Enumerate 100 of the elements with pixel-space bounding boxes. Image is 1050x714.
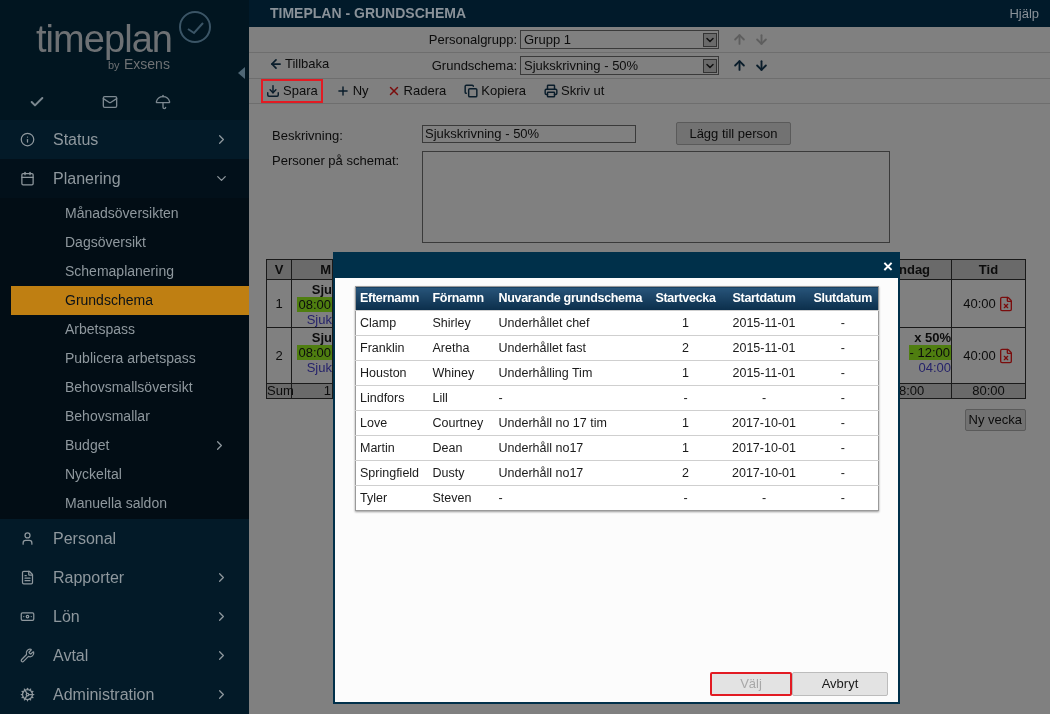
- back-button[interactable]: Tillbaka: [269, 53, 330, 74]
- submenu-item[interactable]: Behovsmallar: [11, 402, 249, 431]
- table-row[interactable]: Houston Whiney Underhålling Tim 1 2015-11-01 -: [355, 360, 879, 386]
- chevron-icon: [703, 58, 717, 73]
- table-cell: Lill: [428, 385, 495, 411]
- table-row[interactable]: Franklin Aretha Underhållet fast 2 2015-11-01 -: [355, 335, 879, 361]
- table-cell: Underhållet fast: [494, 335, 647, 361]
- submenu-item[interactable]: Nyckeltal: [11, 460, 249, 489]
- table-cell: Love: [355, 410, 429, 436]
- column-header: Förnamn: [428, 286, 495, 311]
- sidebar-item[interactable]: Planering: [0, 159, 249, 198]
- company-name: Exsens: [124, 56, 170, 74]
- sidebar-item[interactable]: Lön: [0, 597, 249, 636]
- submenu-item[interactable]: Budget: [11, 431, 249, 460]
- submenu-item[interactable]: Dagsöversikt: [11, 228, 249, 257]
- submenu-item[interactable]: Arbetspass: [11, 315, 249, 344]
- table-cell: -: [720, 485, 804, 511]
- toolbar-button[interactable]: Radera: [381, 79, 452, 103]
- table-cell: Houston: [355, 360, 429, 386]
- collapse-icon: [238, 67, 245, 79]
- document-icon: [20, 570, 35, 585]
- column-header: Startvecka: [646, 286, 721, 311]
- sidebar-item[interactable]: Administration: [0, 675, 249, 714]
- shift-note: 04:00: [918, 360, 951, 375]
- new-week-button[interactable]: Ny vecka: [964, 409, 1026, 431]
- column-header: Startdatum: [720, 286, 804, 311]
- dropdown[interactable]: Sjukskrivning - 50%: [520, 56, 719, 75]
- submenu-item[interactable]: Publicera arbetspass: [11, 344, 249, 373]
- table-row[interactable]: Love Courtney Underhåll no 17 tim 1 2017-10-01 -: [355, 410, 879, 436]
- table-cell: -: [803, 385, 879, 411]
- submenu-item[interactable]: Månadsöversikten: [11, 199, 249, 228]
- table-cell: Dusty: [428, 460, 495, 486]
- table-row[interactable]: Clamp Shirley Underhållet chef 1 2015-11-01 -: [355, 310, 879, 336]
- column-header: V: [266, 259, 292, 280]
- sidebar-item[interactable]: Rapporter: [0, 558, 249, 597]
- field-label: Personalgrupp:: [428, 30, 517, 49]
- table-cell: -: [646, 385, 721, 411]
- table-cell: -: [494, 485, 647, 511]
- table-cell: Underhåll no 17 tim: [494, 410, 647, 436]
- table-cell: Martin: [355, 435, 429, 461]
- table-row[interactable]: Tyler Steven - - - -: [355, 485, 879, 511]
- field-label: Personer på schemat:: [272, 151, 401, 170]
- mail-icon[interactable]: [102, 94, 118, 111]
- table-cell: -: [720, 385, 804, 411]
- table-cell: 2: [646, 335, 721, 361]
- delete-file-icon[interactable]: [997, 295, 1014, 312]
- table-row[interactable]: Martin Dean Underhåll no17 1 2017-10-01 -: [355, 435, 879, 461]
- table-cell: Shirley: [428, 310, 495, 336]
- table-cell: Springfield: [355, 460, 429, 486]
- sidebar-item[interactable]: Avtal: [0, 636, 249, 675]
- chevron-icon: [703, 32, 717, 47]
- table-cell: 2017-10-01: [720, 460, 804, 486]
- info-icon: [20, 132, 35, 147]
- toolbar-button[interactable]: Kopiera: [459, 79, 532, 103]
- table-cell: 1: [646, 360, 721, 386]
- column-header: ndag: [898, 259, 952, 280]
- table-cell: Underhåll no17: [494, 460, 647, 486]
- help-link[interactable]: Hjälp: [1009, 3, 1039, 24]
- table-row[interactable]: Springfield Dusty Underhåll no17 2 2017-10-01 -: [355, 460, 879, 486]
- sidebar-item[interactable]: Status: [0, 120, 249, 159]
- table-cell: 1: [646, 435, 721, 461]
- table-row[interactable]: Lindfors Lill - - - -: [355, 385, 879, 411]
- table-cell: Underhålling Tim: [494, 360, 647, 386]
- table-cell: -: [494, 385, 647, 411]
- table-cell: Dean: [428, 435, 495, 461]
- gear-icon: [20, 687, 35, 702]
- table-cell: -: [803, 410, 879, 436]
- column-header: M: [291, 259, 333, 280]
- table-cell: Aretha: [428, 335, 495, 361]
- delete-file-icon[interactable]: [997, 347, 1014, 364]
- dialog-button[interactable]: Avbryt: [792, 672, 888, 696]
- submenu-item[interactable]: Manuella saldon: [11, 489, 249, 518]
- total-cell-text: 40:00: [963, 294, 996, 313]
- dropdown[interactable]: Grupp 1: [520, 30, 719, 49]
- table-cell: -: [646, 485, 721, 511]
- description-field[interactable]: Sjukskrivning - 50%: [422, 125, 636, 143]
- submenu-item[interactable]: Schemaplanering: [11, 257, 249, 286]
- column-header: Tid: [951, 259, 1026, 280]
- submenu-item[interactable]: Grundschema: [11, 286, 249, 315]
- shift-time: 08:00: [297, 345, 332, 360]
- toolbar-button[interactable]: Ny: [330, 79, 374, 103]
- week-cell: 1: [266, 279, 292, 328]
- copy-icon: [464, 84, 479, 98]
- table-cell: -: [803, 310, 879, 336]
- table-cell: 2017-10-01: [720, 435, 804, 461]
- table-cell: -: [803, 485, 879, 511]
- shift-time: - 12:00: [908, 345, 951, 360]
- column-header: Efternamn: [355, 286, 429, 311]
- submenu-item[interactable]: Behovsmallsöversikt: [11, 373, 249, 402]
- table-cell: 2015-11-01: [720, 360, 804, 386]
- umbrella-icon[interactable]: [155, 94, 171, 111]
- sidebar-item[interactable]: Personal: [0, 519, 249, 558]
- add-person-button[interactable]: Lägg till person: [676, 122, 791, 145]
- table-cell: Franklin: [355, 335, 429, 361]
- toolbar-button[interactable]: Spara: [261, 79, 323, 103]
- close-button[interactable]: ×: [883, 257, 893, 275]
- user-icon: [20, 531, 35, 546]
- persons-list[interactable]: [422, 150, 890, 243]
- clock-icon: [178, 10, 212, 44]
- toolbar-button[interactable]: Skriv ut: [539, 79, 610, 103]
